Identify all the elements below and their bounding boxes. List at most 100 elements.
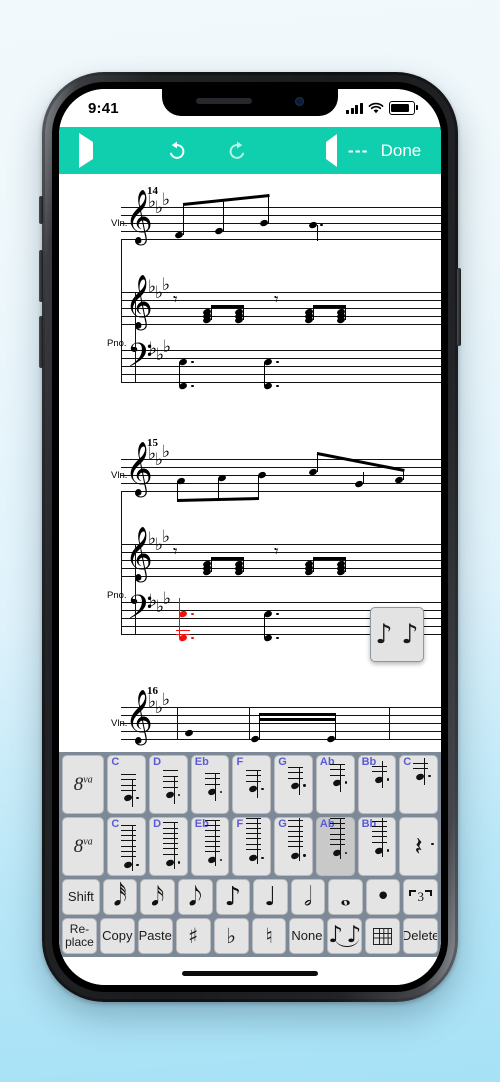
undo-icon[interactable] [166,140,188,162]
none-key[interactable]: None [289,918,325,954]
ledger-line [176,382,190,384]
whole-note-icon: 𝅝 [340,882,351,912]
note-key-c-low[interactable]: C [107,755,147,814]
redo-icon[interactable] [226,140,248,162]
play-button[interactable] [79,132,93,168]
tempo-display[interactable]: --- [348,141,369,161]
flat-icon: ♭ [226,923,237,948]
eighth-note-icon: ♪ [375,619,393,650]
note-key-c-low[interactable]: C [399,755,438,814]
dotted-eighth-note-key[interactable]: 𝅘𝅥𝅮 [177,879,213,915]
none-key-label: None [291,928,323,944]
shift-key[interactable]: Shift [62,879,100,915]
home-indicator[interactable] [182,971,318,976]
volume-down-button[interactable] [39,316,43,368]
app-toolbar: --- Done [59,127,441,174]
thirty-second-note-icon: 𝅘𝅥𝅰 [113,882,127,912]
ledger-line [176,630,190,632]
system-connector [121,292,123,382]
augmentation-dot [320,223,323,227]
note-key-g-low[interactable]: G [274,755,313,814]
note-key-eb-low[interactable]: Eb [190,755,230,814]
half-note-key[interactable]: 𝅗𝅥 [290,879,326,915]
ottava-key-high[interactable]: 8va [62,817,105,876]
note-key-eb-high[interactable]: Eb [190,817,230,876]
eighth-note-key[interactable]: ♪ [215,879,251,915]
ottava-label: 8va [73,773,93,795]
note-key-f-high[interactable]: F [232,817,272,876]
piano-bracket-top [135,292,142,294]
ottava-key-low[interactable]: 8va [62,755,105,814]
triplet-key[interactable]: 3 [403,879,439,915]
piano-bracket-top [135,544,142,546]
flat-key[interactable]: ♭ [213,918,249,954]
copy-key[interactable]: Copy [99,918,135,954]
sixteenth-note-key[interactable]: 𝅘𝅥𝅯 [140,879,175,915]
note-glyph [359,818,396,875]
beam [210,556,245,561]
eighth-rest: 𝄾 [173,542,178,562]
note-key-ab-low[interactable]: Ab [315,755,355,814]
status-time: 9:41 [88,99,119,117]
volume-up-button[interactable] [39,250,43,302]
flat-key-signature: ♭ [163,337,172,357]
replace-key[interactable]: Re-place [62,918,97,954]
vln-staff-line [121,223,441,224]
note-stem [177,480,179,499]
note-glyph [317,756,354,813]
barline [249,707,251,739]
keyboard-row-octave-low: 8va C D Eb F G Ab Bb C [62,755,438,814]
barline [389,707,391,739]
pno-bass-staff-line [121,374,441,375]
note-stem [182,203,185,235]
beam [312,304,347,309]
thirty-second-note-key[interactable]: 𝅘𝅥𝅰 [102,879,138,915]
instrument-name-pno: Pno. [107,590,127,601]
augmentation-dot-key[interactable]: • [365,879,401,915]
note-key-bb-high[interactable]: Bb [357,817,397,876]
pno-bass-staff-line [121,358,441,359]
flat-key-signature: ♭ [162,527,171,547]
notch [162,89,338,116]
note-key-d-low[interactable]: D [149,755,188,814]
front-camera-icon [295,97,304,106]
delete-key[interactable]: Delete [403,918,439,954]
tie-key[interactable]: ♪ ♪ [327,918,363,954]
rest-key[interactable]: 𝄽 [399,817,438,876]
note-stem [258,713,261,739]
quarter-note-key[interactable]: ♩ [253,879,288,915]
note-glyph [108,756,145,813]
augmentation-dot [276,612,279,616]
vln-staff-line [121,239,441,240]
copy-key-label: Copy [102,928,133,944]
fretboard-key[interactable] [365,918,401,954]
note-key-f-low[interactable]: F [232,755,272,814]
silent-switch[interactable] [39,196,43,224]
note-key-d-high[interactable]: D [149,817,188,876]
augmentation-dot-icon: • [375,882,391,912]
speaker-icon[interactable] [326,133,337,167]
flat-key-signature: ♭ [162,690,171,710]
note-key-c-high[interactable]: C [107,817,147,876]
sharp-key[interactable]: ♯ [175,918,211,954]
dotted-eighth-note-icon: 𝅘𝅥𝅮 [188,882,202,912]
note-stem [362,472,365,484]
note-key-bb-low[interactable]: Bb [357,755,397,814]
pno-treble-staff-line [121,560,441,561]
note-key-ab-high[interactable]: Ab [315,817,355,876]
note-glyph [192,818,229,875]
system-connector [121,239,123,292]
note-key-g-high[interactable]: G [274,817,313,876]
done-button[interactable]: Done [381,141,422,161]
note-stem [334,713,337,739]
eighth-note-icon: ♪ [224,882,242,912]
power-button[interactable] [457,268,461,346]
piano-bracket [135,292,137,382]
natural-key[interactable]: ♮ [251,918,287,954]
note-glyph [150,756,187,813]
pno-treble-staff-line [121,568,441,569]
paste-key[interactable]: Paste [137,918,173,954]
ledger-line [176,634,190,636]
sharp-icon: ♯ [188,923,199,948]
whole-note-key[interactable]: 𝅝 [328,879,363,915]
